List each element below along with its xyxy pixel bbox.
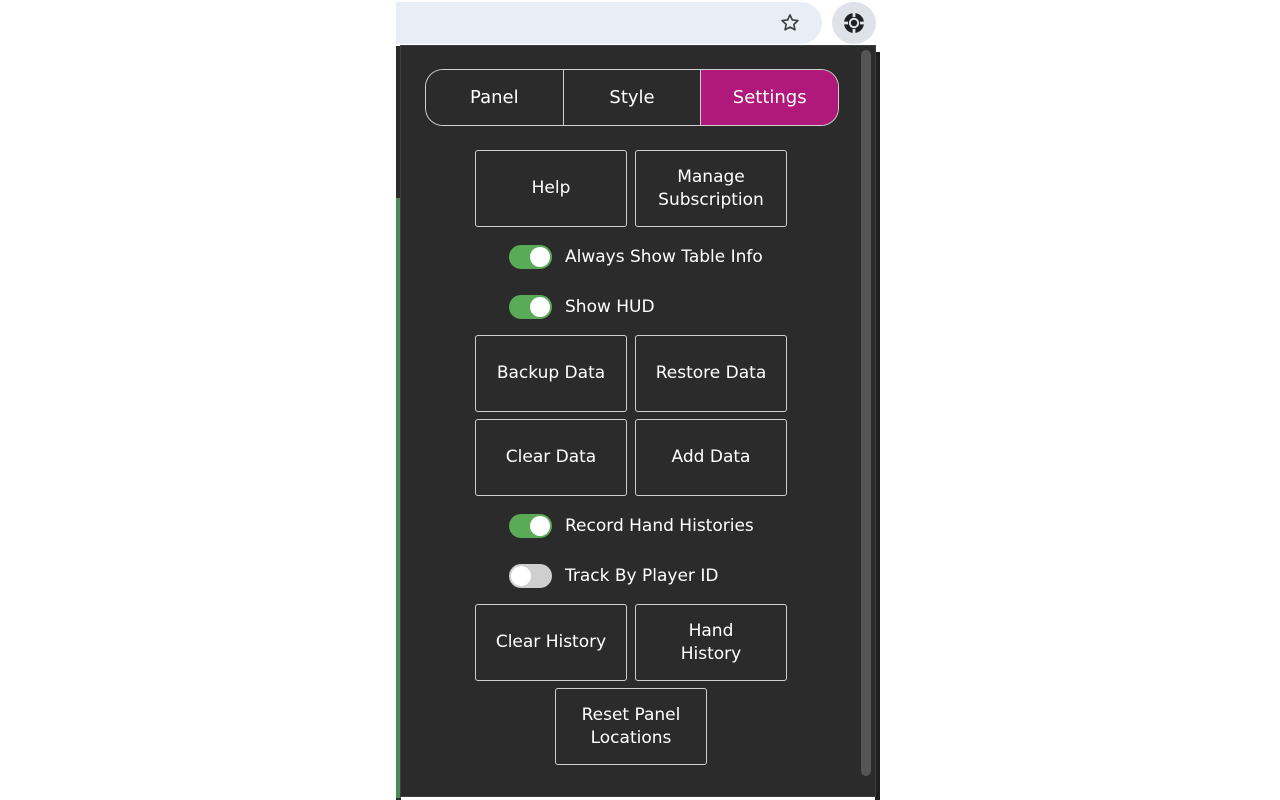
always-show-table-info-row: Always Show Table Info — [509, 244, 763, 270]
clear-history-button[interactable]: Clear History — [475, 604, 627, 681]
help-button[interactable]: Help — [475, 150, 627, 227]
hand-history-button[interactable]: Hand History — [635, 604, 787, 681]
record-hand-histories-row: Record Hand Histories — [509, 513, 754, 539]
tab-settings[interactable]: Settings — [701, 70, 838, 125]
extension-button[interactable] — [832, 2, 876, 44]
address-bar[interactable] — [396, 2, 822, 44]
screen: Panel Style Settings Help Manage Subscri… — [0, 0, 1280, 800]
track-by-player-id-toggle[interactable] — [509, 564, 552, 588]
track-by-player-id-row: Track By Player ID — [509, 563, 718, 589]
show-hud-label: Show HUD — [565, 297, 655, 317]
show-hud-toggle[interactable] — [509, 295, 552, 319]
manage-subscription-button[interactable]: Manage Subscription — [635, 150, 787, 227]
tab-style[interactable]: Style — [563, 70, 702, 125]
scrollbar[interactable] — [861, 50, 871, 776]
tab-bar: Panel Style Settings — [425, 69, 839, 126]
clear-data-button[interactable]: Clear Data — [475, 419, 627, 496]
record-hand-histories-toggle[interactable] — [509, 514, 552, 538]
tab-panel[interactable]: Panel — [426, 70, 564, 125]
always-show-table-info-label: Always Show Table Info — [565, 247, 763, 267]
record-hand-histories-label: Record Hand Histories — [565, 516, 754, 536]
backup-data-button[interactable]: Backup Data — [475, 335, 627, 412]
add-data-button[interactable]: Add Data — [635, 419, 787, 496]
extension-popup: Panel Style Settings Help Manage Subscri… — [400, 45, 876, 797]
reset-panel-locations-button[interactable]: Reset Panel Locations — [555, 688, 707, 765]
poker-chip-icon — [844, 13, 864, 33]
restore-data-button[interactable]: Restore Data — [635, 335, 787, 412]
bookmark-star-button[interactable] — [772, 6, 808, 40]
show-hud-row: Show HUD — [509, 294, 655, 320]
track-by-player-id-label: Track By Player ID — [565, 566, 719, 586]
scrollbar-thumb[interactable] — [861, 50, 871, 776]
always-show-table-info-toggle[interactable] — [509, 245, 552, 269]
star-icon — [781, 14, 799, 31]
